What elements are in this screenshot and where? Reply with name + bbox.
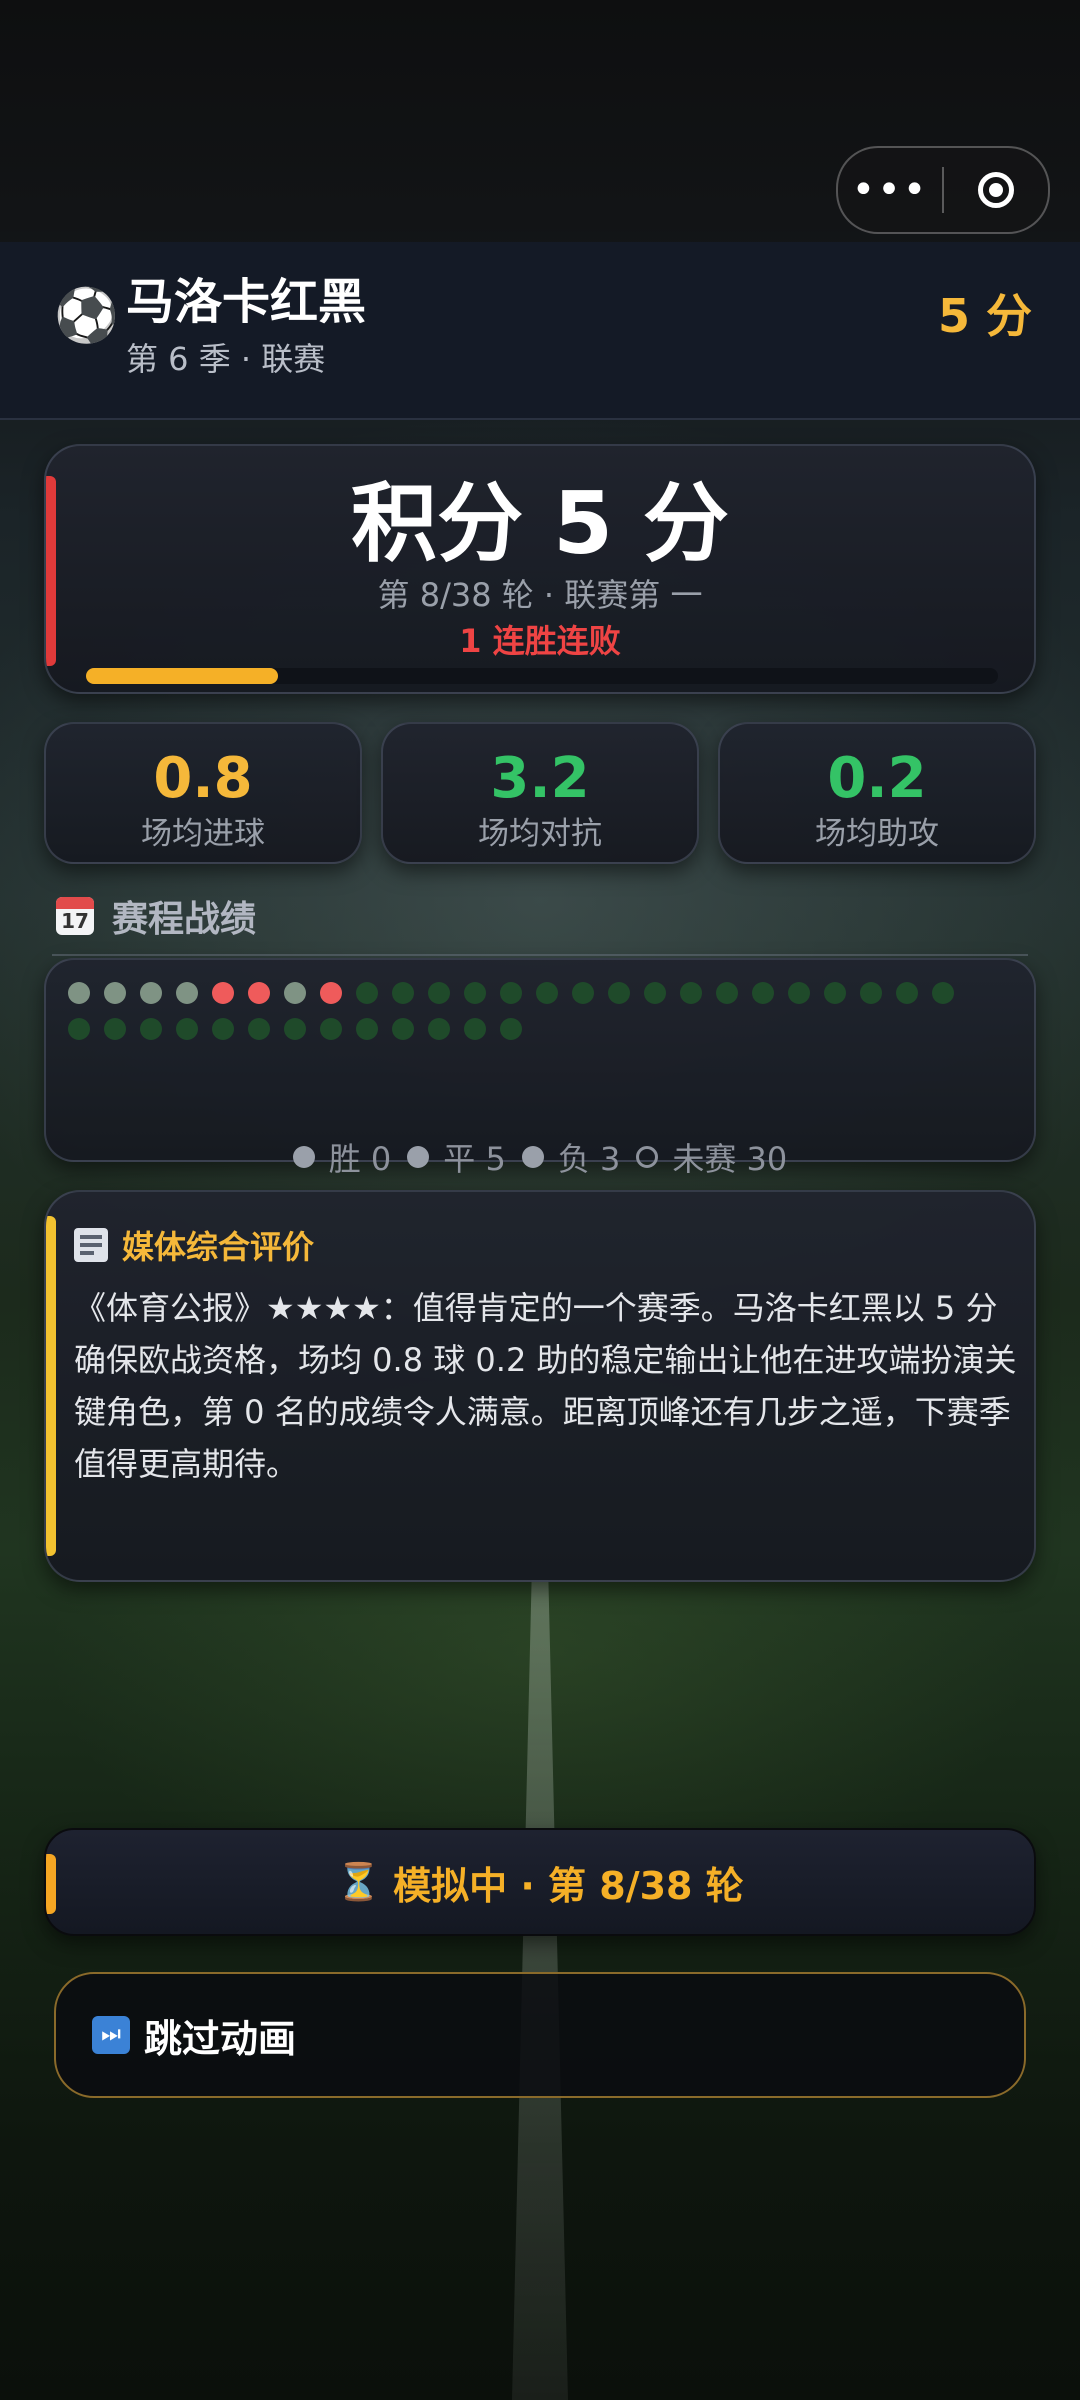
season-progress-fill (86, 668, 278, 684)
schedule-header: 17 赛程战绩 (56, 890, 256, 942)
stat-card-duels: 3.2 场均对抗 (381, 722, 699, 864)
legend-label: 未赛 30 (672, 1140, 788, 1178)
legend-item: 平 5 (407, 1134, 506, 1180)
match-dot-pending (356, 1018, 378, 1040)
review-title: 媒体综合评价 (122, 1228, 315, 1266)
match-dot-pending (500, 1018, 522, 1040)
header-points: 5 分 (937, 289, 1032, 343)
match-dot-pending (428, 1018, 450, 1040)
simulation-status-bar: ⏳ 模拟中 · 第 8/38 轮 (44, 1828, 1036, 1936)
match-dot-draw (140, 982, 162, 1004)
stat-value: 0.8 (153, 746, 253, 811)
match-dot-pending (104, 1018, 126, 1040)
team-header: ⚽ 马洛卡红黑 第 6 季 · 联赛 5 分 (0, 242, 1080, 420)
stat-value: 0.2 (827, 746, 927, 811)
round-rank: 第 8/38 轮 · 联赛第 一 (377, 576, 703, 614)
simulation-text: 模拟中 · 第 8/38 轮 (393, 1863, 744, 1908)
match-dot-pending (320, 1018, 342, 1040)
legend-item: 胜 0 (292, 1134, 392, 1180)
close-target-icon[interactable] (944, 172, 1048, 208)
match-dot-pending (644, 982, 666, 1004)
mini-program-capsule: ••• (836, 146, 1050, 234)
match-dot-draw (68, 982, 90, 1004)
team-name: 马洛卡红黑 (126, 274, 367, 330)
match-dot-pending (392, 1018, 414, 1040)
more-icon[interactable]: ••• (838, 148, 942, 232)
match-dot-pending (392, 982, 414, 1004)
match-result-dots (68, 982, 968, 1054)
season-progress-bar (86, 668, 998, 684)
match-dot-pending (284, 1018, 306, 1040)
legend-item: 未赛 30 (636, 1134, 787, 1180)
match-dot-pending (464, 982, 486, 1004)
streak-text: 1 连胜连败 (459, 622, 621, 660)
match-dot-pending (176, 1018, 198, 1040)
legend-swatch (636, 1146, 659, 1168)
fast-forward-icon: ⏭ (92, 2016, 130, 2054)
match-dot-pending (788, 982, 810, 1004)
match-dot-pending (716, 982, 738, 1004)
match-dot-loss (320, 982, 342, 1004)
schedule-title: 赛程战绩 (112, 899, 257, 940)
match-dot-pending (860, 982, 882, 1004)
review-body: 《体育公报》★★★★：值得肯定的一个赛季。马洛卡红黑以 5 分确保欧战资格，场均… (74, 1289, 1017, 1483)
skip-animation-button[interactable]: ⏭ 跳过动画 (54, 1972, 1026, 2098)
stat-card-assists: 0.2 场均助攻 (718, 722, 1036, 864)
calendar-icon: 17 (56, 897, 94, 935)
match-dot-pending (68, 1018, 90, 1040)
review-accent-bar (46, 1216, 56, 1556)
stat-label: 场均进球 (141, 816, 265, 852)
newspaper-icon (74, 1228, 108, 1262)
score-card: 积分 5 分 第 8/38 轮 · 联赛第 一 1 连胜连败 (44, 444, 1036, 694)
match-dot-loss (212, 982, 234, 1004)
stat-label: 场均助攻 (815, 816, 939, 852)
legend-swatch (407, 1146, 430, 1168)
match-dot-pending (896, 982, 918, 1004)
match-dot-pending (608, 982, 630, 1004)
stat-card-goals: 0.8 场均进球 (44, 722, 362, 864)
stat-label: 场均对抗 (478, 816, 602, 852)
match-dot-pending (500, 982, 522, 1004)
match-dot-pending (428, 982, 450, 1004)
score-title: 积分 5 分 (351, 474, 729, 574)
match-dot-pending (248, 1018, 270, 1040)
results-legend: 胜 0 平 5 负 3 未赛 30 (0, 1134, 1080, 1180)
match-dot-pending (464, 1018, 486, 1040)
legend-item: 负 3 (521, 1134, 621, 1180)
section-divider (52, 954, 1028, 956)
match-dot-draw (176, 982, 198, 1004)
match-dot-pending (572, 982, 594, 1004)
legend-label: 平 5 (443, 1140, 506, 1178)
match-dot-pending (824, 982, 846, 1004)
match-dot-pending (932, 982, 954, 1004)
legend-label: 胜 0 (328, 1140, 392, 1178)
match-dot-pending (680, 982, 702, 1004)
match-dot-draw (284, 982, 306, 1004)
media-review-card: 媒体综合评价 《体育公报》★★★★：值得肯定的一个赛季。马洛卡红黑以 5 分确保… (44, 1190, 1036, 1582)
legend-label: 负 3 (557, 1140, 621, 1178)
hourglass-icon: ⏳ (336, 1862, 382, 1903)
season-info: 第 6 季 · 联赛 (126, 340, 326, 378)
skip-animation-label: 跳过动画 (144, 2016, 297, 2061)
match-dot-pending (140, 1018, 162, 1040)
match-dot-loss (248, 982, 270, 1004)
soccer-ball-icon: ⚽ (54, 286, 119, 346)
match-dot-pending (356, 982, 378, 1004)
match-results-card (44, 958, 1036, 1162)
legend-swatch (292, 1146, 315, 1168)
review-header: 媒体综合评价 (74, 1222, 314, 1268)
match-dot-pending (212, 1018, 234, 1040)
legend-swatch (521, 1146, 544, 1168)
match-dot-pending (536, 982, 558, 1004)
stat-value: 3.2 (490, 746, 590, 811)
match-dot-draw (104, 982, 126, 1004)
match-dot-pending (752, 982, 774, 1004)
